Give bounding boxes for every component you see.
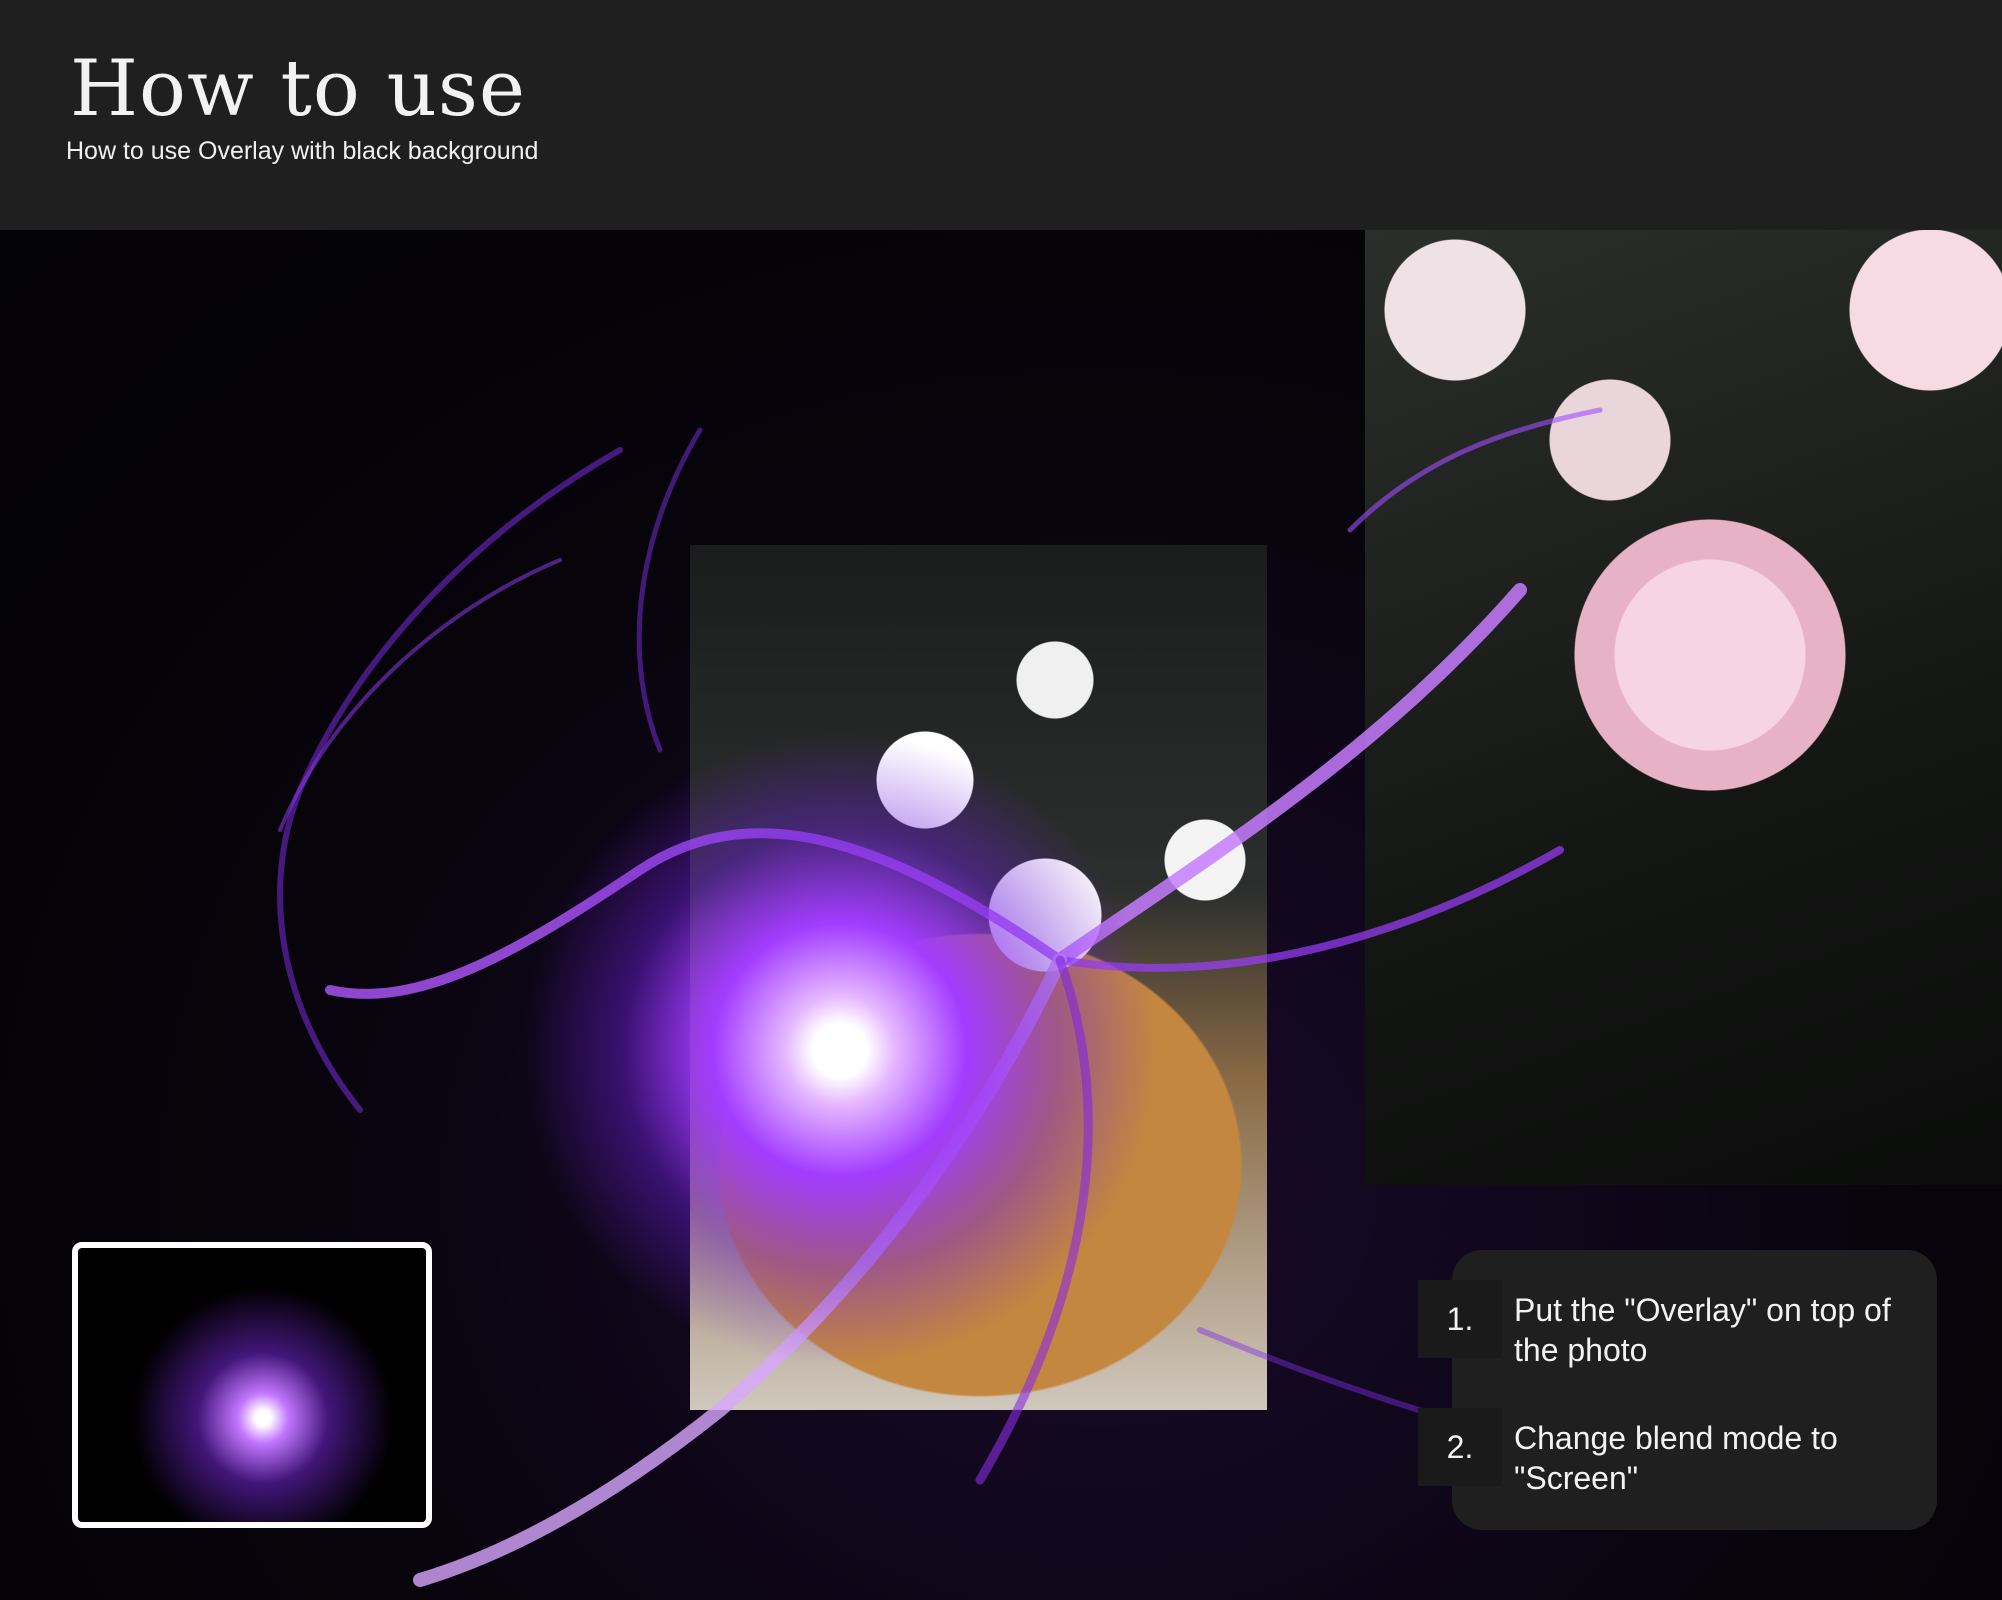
instructions-panel: 1. Put the "Overlay" on top of the photo… — [1418, 1250, 1937, 1530]
step-text: Change blend mode to "Screen" — [1514, 1420, 1838, 1496]
anemone-photo — [690, 545, 1267, 1410]
overlay-thumbnail-image — [78, 1248, 426, 1522]
step-number: 2. — [1418, 1408, 1502, 1486]
step-number: 1. — [1418, 1280, 1502, 1358]
header-bar: How to use How to use Overlay with black… — [0, 0, 2002, 230]
step-text: Put the "Overlay" on top of the photo — [1514, 1292, 1891, 1368]
overlay-thumbnail — [72, 1242, 432, 1528]
peony-photo — [1365, 230, 2002, 1185]
step-item: 2. Change blend mode to "Screen" — [1418, 1408, 1914, 1498]
page-subtitle: How to use Overlay with black background — [66, 137, 539, 165]
page-title: How to use — [70, 44, 527, 134]
step-item: 1. Put the "Overlay" on top of the photo — [1418, 1280, 1914, 1370]
